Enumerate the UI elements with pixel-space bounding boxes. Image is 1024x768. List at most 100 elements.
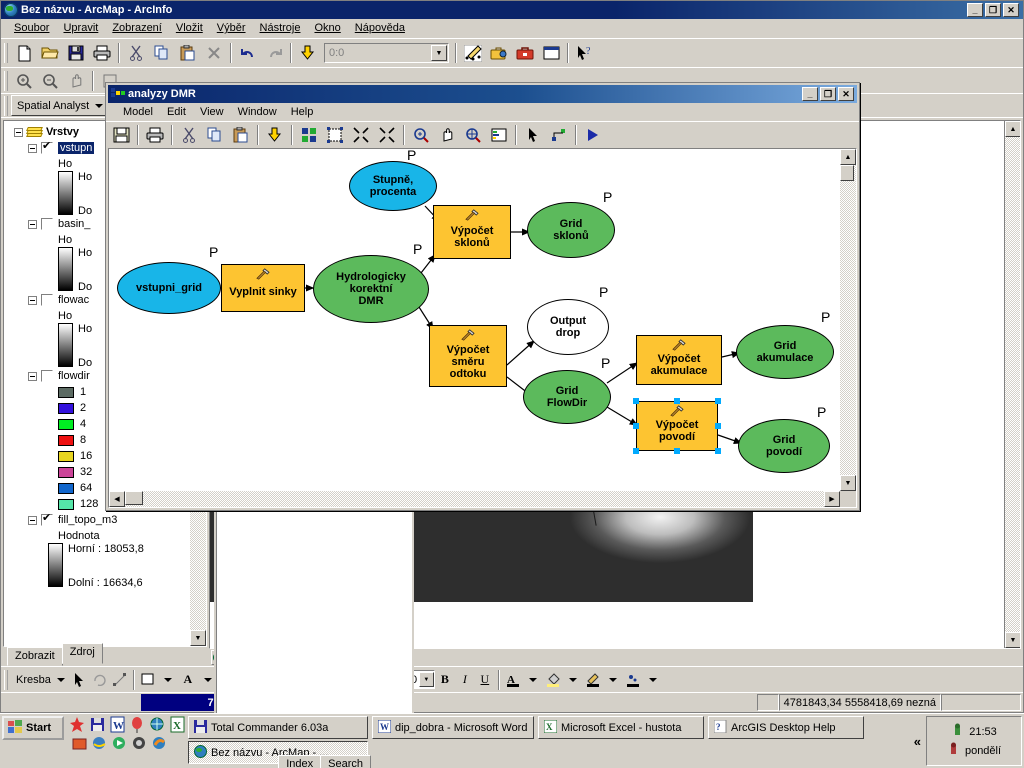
new-text-icon[interactable]: A [178,670,198,690]
save-icon[interactable] [64,42,88,65]
tab-zdroj[interactable]: Zdroj [61,643,103,664]
toolbar-grip[interactable] [4,70,8,91]
layer-visibility-checkbox[interactable] [41,218,53,230]
edit-vertices-icon[interactable] [110,670,130,690]
model-minimize-button[interactable]: _ [802,87,818,101]
copy-icon[interactable] [150,42,174,65]
expander-icon[interactable] [28,143,37,153]
editor-toolbar-icon[interactable] [461,42,485,65]
cut-icon[interactable] [177,124,201,147]
connect-icon[interactable] [547,124,571,147]
scrollbar-thumb[interactable] [840,165,854,181]
menu-item-upravit[interactable]: Upravit [56,20,105,36]
model-menu-help[interactable]: Help [284,104,321,120]
model-close-button[interactable]: ✕ [838,87,854,101]
selection-handle[interactable] [633,398,639,404]
chevron-down-icon[interactable]: ▼ [418,672,434,687]
layer-visibility-checkbox[interactable] [41,140,53,154]
chevron-down-icon[interactable]: ▼ [431,45,447,61]
kresba-menu-button[interactable]: Kresba [11,669,70,690]
scroll-up-button[interactable]: ▲ [1005,121,1020,137]
delete-icon[interactable] [202,42,226,65]
chevron-down-icon[interactable] [523,670,543,690]
fill-color-icon[interactable] [543,670,563,690]
scrollbar-thumb[interactable] [125,491,143,505]
map-scale-combo[interactable]: 0:0 ▼ [324,43,449,63]
expander-icon[interactable] [28,295,37,305]
toolbar-grip[interactable] [4,43,8,63]
model-node-vyplnit-sinky[interactable]: Vyplnit sinky [221,264,305,312]
command-line-icon[interactable] [539,42,563,65]
redo-icon[interactable] [262,42,286,65]
zoom-in-icon[interactable] [409,124,433,147]
tab-zobrazit[interactable]: Zobrazit [7,647,63,666]
auto-layout-icon[interactable] [297,124,321,147]
cut-icon[interactable] [124,42,148,65]
shortcut-balloon-icon[interactable] [129,716,146,733]
line-color-icon[interactable] [583,670,603,690]
full-extent-icon[interactable] [375,124,399,147]
scroll-down-button[interactable]: ▼ [190,630,206,646]
fit-to-window-icon[interactable] [349,124,373,147]
undo-icon[interactable] [236,42,260,65]
tray-clock-time[interactable]: 21:53 [969,726,997,738]
start-button[interactable]: Start [2,716,64,740]
map-vertical-scrollbar[interactable]: ▲ ▼ [1004,121,1020,648]
model-horizontal-scrollbar[interactable]: ◀ ▶ [109,491,840,507]
chevron-down-icon[interactable] [158,670,178,690]
model-restore-button[interactable]: ❐ [820,87,836,101]
tray-clock-day[interactable]: pondělí [965,745,1001,757]
selection-handle[interactable] [715,423,721,429]
italic-button[interactable]: I [455,670,475,690]
menu-item-zobrazeni[interactable]: Zobrazení [105,20,169,36]
run-model-icon[interactable] [581,124,605,147]
model-menu-edit[interactable]: Edit [160,104,193,120]
restore-button[interactable]: ❐ [985,3,1001,17]
print-icon[interactable] [90,42,114,65]
tab-index[interactable]: Index [278,755,322,768]
taskbar-item-total-commander[interactable]: Total Commander 6.03a [188,716,368,739]
expander-icon[interactable] [28,371,37,381]
shortcut-globe-icon[interactable] [149,716,166,733]
rotate-icon[interactable] [90,670,110,690]
close-button[interactable]: ✕ [1003,3,1019,17]
select-pointer-icon[interactable] [521,124,545,147]
tab-search[interactable]: Search [320,755,372,768]
toolbox-red-icon[interactable] [513,42,537,65]
scroll-right-button[interactable]: ▶ [824,491,840,507]
taskbar-item-arcgis-help[interactable]: ? ArcGIS Desktop Help [708,716,864,739]
zoom-in-icon[interactable] [12,69,36,92]
copy-icon[interactable] [203,124,227,147]
selection-handle[interactable] [715,398,721,404]
model-report-icon[interactable] [487,124,511,147]
add-data-icon[interactable] [296,42,320,65]
model-node-vypocet-sklonu[interactable]: Výpočet sklonů [433,205,511,259]
shortcut-media-icon[interactable] [111,735,128,752]
menu-item-napoveda[interactable]: Nápověda [348,20,412,36]
taskbar-item-excel[interactable]: X Microsoft Excel - hustota [538,716,704,739]
shortcut-word-icon[interactable]: W [109,716,126,733]
model-node-stupne-procenta[interactable]: Stupně, procenta [349,161,437,211]
paste-icon[interactable] [176,42,200,65]
model-node-vypocet-smeru-odtoku[interactable]: Výpočet směru odtoku [429,325,507,387]
pan-icon[interactable] [64,69,88,92]
model-node-grid-akumulace[interactable]: Grid akumulace [736,325,834,379]
selection-handle[interactable] [674,398,680,404]
shortcut-firefox-icon[interactable] [151,735,168,752]
select-elements-icon[interactable] [70,670,90,690]
resize-grip[interactable] [840,491,856,507]
selection-handle[interactable] [633,448,639,454]
arctoolbox-icon[interactable] [487,42,511,65]
pan-icon[interactable] [435,124,459,147]
zoom-whole-page-icon[interactable] [461,124,485,147]
model-vertical-scrollbar[interactable]: ▲ ▼ [840,149,856,491]
print-model-icon[interactable] [143,124,167,147]
layer-visibility-checkbox[interactable] [41,294,53,306]
model-menu-window[interactable]: Window [231,104,284,120]
model-node-grid-povodi[interactable]: Grid povodí [738,419,830,473]
save-model-icon[interactable] [109,124,133,147]
layer-visibility-checkbox[interactable] [41,370,53,382]
menu-item-okno[interactable]: Okno [307,20,347,36]
scrollbar-track[interactable] [1005,137,1020,632]
scroll-down-button[interactable]: ▼ [840,475,856,491]
